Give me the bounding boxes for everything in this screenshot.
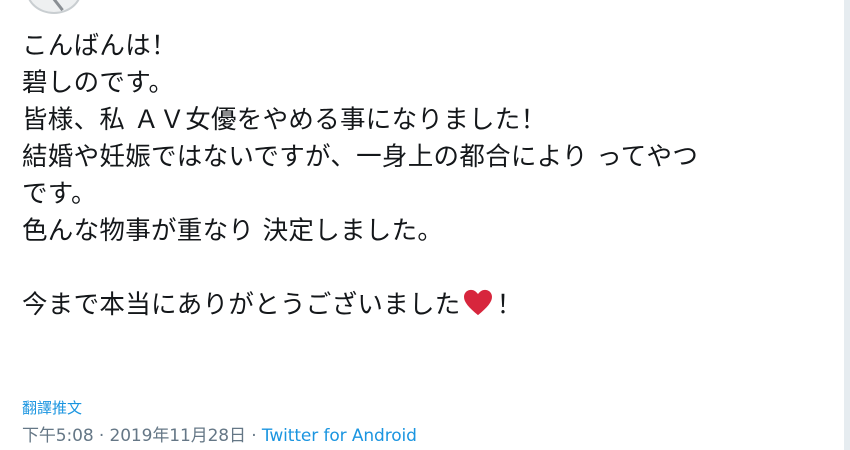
meta-separator: · bbox=[245, 426, 262, 446]
tweet-metadata: 下午5:08 · 2019年11月28日 · Twitter for Andro… bbox=[22, 421, 417, 446]
tweet-text: こんばんは！ 碧しのです。 皆様、私 ＡＶ女優をやめる事になりました！ 結婚や妊… bbox=[22, 28, 822, 324]
tweet-date[interactable]: 2019年11月28日 bbox=[110, 426, 247, 446]
tweet-thanks-text: 今まで本当にありがとうございました bbox=[22, 290, 461, 320]
scroll-edge bbox=[844, 0, 850, 450]
meta-separator: · bbox=[93, 426, 110, 446]
tweet-source-link[interactable]: Twitter for Android bbox=[262, 426, 417, 446]
translate-tweet-link[interactable]: 翻譯推文 bbox=[22, 397, 82, 418]
tweet-thanks-exclamation: ！ bbox=[496, 290, 523, 320]
tweet-line-decision: 色んな物事が重なり 決定しました。 bbox=[22, 216, 444, 246]
tweet-line-reason-end: です。 bbox=[22, 179, 97, 209]
tweet-line-reason: 結婚や妊娠ではないですが、一身上の都合により ってやつ bbox=[22, 142, 699, 172]
tweet-time[interactable]: 下午5:08 bbox=[22, 426, 94, 446]
tweet-line-name: 碧しのです。 bbox=[22, 68, 175, 98]
tweet-line-thanks: 今まで本当にありがとうございました ！ bbox=[22, 287, 822, 324]
avatar[interactable] bbox=[26, 0, 82, 14]
tweet-line-announcement: 皆様、私 ＡＶ女優をやめる事になりました！ bbox=[22, 105, 547, 135]
red-heart-icon bbox=[463, 289, 492, 316]
tweet-line-greeting: こんばんは！ bbox=[22, 31, 177, 61]
